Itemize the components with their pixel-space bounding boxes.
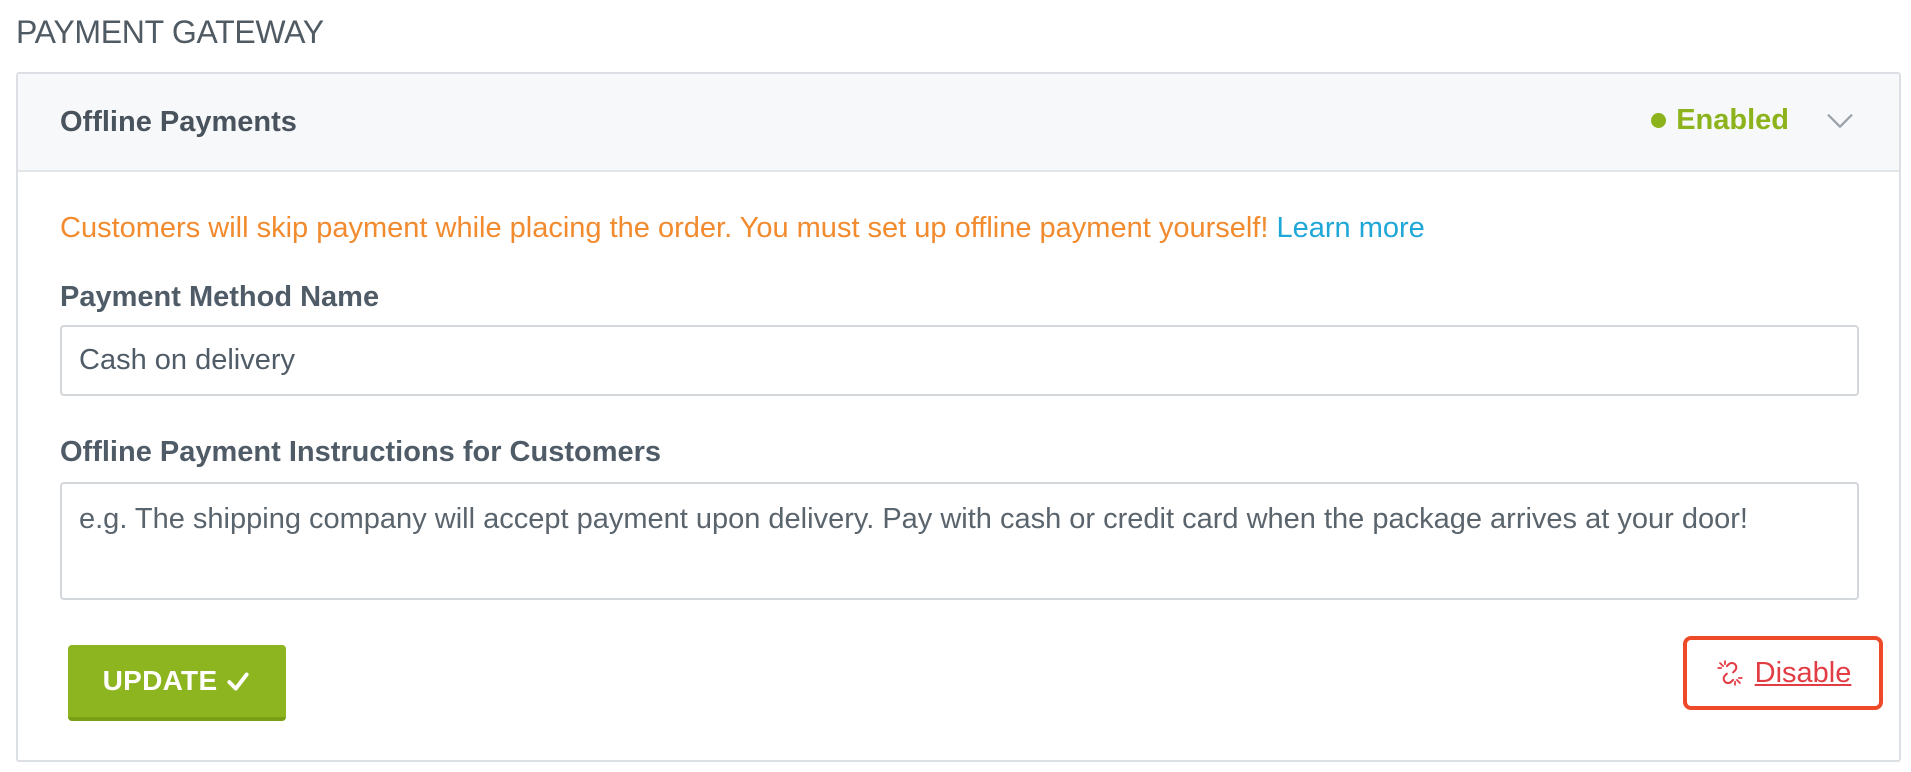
status-label: Enabled — [1676, 104, 1789, 136]
unlink-icon — [1716, 660, 1743, 686]
update-button[interactable]: UPDATE — [68, 645, 286, 721]
payment-method-name-input[interactable] — [60, 325, 1859, 396]
status-dot-icon — [1651, 112, 1667, 128]
status-indicator: Enabled — [1651, 102, 1789, 138]
disable-action[interactable]: Disable — [1683, 636, 1883, 710]
section-title: PAYMENT GATEWAY — [16, 14, 324, 50]
notice-text: Customers will skip payment while placin… — [60, 212, 1269, 244]
payment-instructions-label: Offline Payment Instructions for Custome… — [60, 436, 662, 468]
payment-method-name-label: Payment Method Name — [60, 281, 380, 313]
chevron-down-icon[interactable] — [1823, 104, 1857, 138]
learn-more-link[interactable]: Learn more — [1276, 212, 1424, 244]
check-icon — [227, 672, 250, 691]
card-header[interactable]: Offline Payments Enabled — [18, 74, 1899, 172]
update-button-label: UPDATE — [102, 665, 218, 696]
card-title: Offline Payments — [60, 106, 297, 138]
disable-link[interactable]: Disable — [1755, 657, 1852, 690]
offline-payments-card: Offline Payments Enabled Customers will … — [16, 72, 1901, 762]
payment-instructions-textarea[interactable] — [60, 482, 1859, 600]
offline-payment-notice: Customers will skip payment while placin… — [60, 210, 1425, 246]
